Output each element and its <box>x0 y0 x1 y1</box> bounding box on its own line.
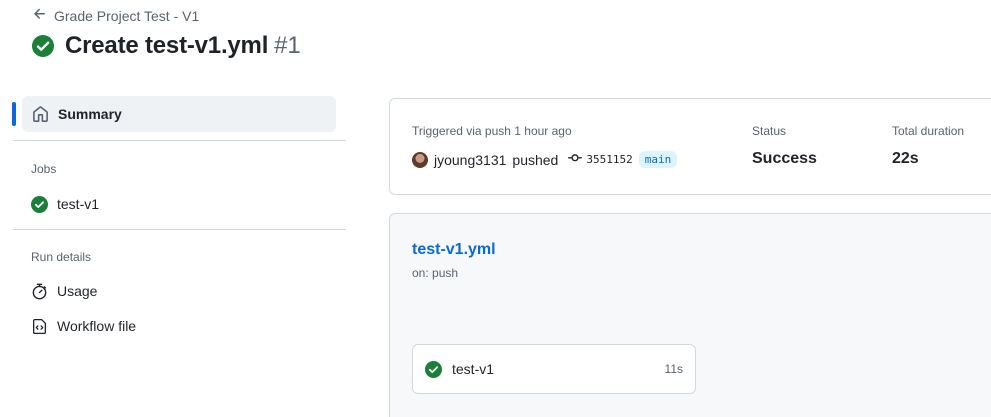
sidebar-item-summary-label: Summary <box>58 106 122 122</box>
run-title-text: Create test-v1.yml <box>65 32 269 59</box>
sidebar: Summary Jobs test-v1 Run details Usage W… <box>0 96 346 338</box>
commit-sha: 3551152 <box>586 153 633 166</box>
check-circle-icon <box>31 34 55 58</box>
duration-value: 22s <box>892 150 919 167</box>
job-node-name: test-v1 <box>452 361 495 377</box>
back-link-label: Grade Project Test - V1 <box>54 7 200 24</box>
git-commit-icon <box>568 151 583 168</box>
jobs-section-title: Jobs <box>31 162 57 176</box>
run-summary-card: Triggered via push 1 hour ago jyoung3131… <box>389 98 991 195</box>
sidebar-item-workflow-file[interactable]: Workflow file <box>31 314 346 338</box>
page-title: Create test-v1.yml #1 <box>31 32 301 60</box>
workflow-trigger: on: push <box>412 266 459 280</box>
sidebar-item-summary[interactable]: Summary <box>12 96 336 132</box>
divider <box>13 229 346 230</box>
divider <box>13 140 346 141</box>
workflow-file-label: Workflow file <box>57 318 137 334</box>
stopwatch-icon <box>31 283 48 300</box>
duration-label: Total duration <box>892 124 965 138</box>
branch-badge[interactable]: main <box>638 151 678 168</box>
arrow-left-icon <box>32 6 48 25</box>
back-to-workflow-link[interactable]: Grade Project Test - V1 <box>32 6 199 25</box>
workflow-file-link[interactable]: test-v1.yml <box>412 241 496 259</box>
actor-link[interactable]: jyoung3131 <box>434 152 506 168</box>
trigger-label: Triggered via push 1 hour ago <box>412 124 572 138</box>
run-number: #1 <box>274 32 301 59</box>
run-title: Create test-v1.yml #1 <box>65 32 301 60</box>
job-node-duration: 11s <box>664 362 683 376</box>
workflow-graph: test-v1.yml on: push test-v1 11s <box>389 213 991 417</box>
trigger-details: jyoung3131 pushed 3551152 main <box>412 151 678 168</box>
sidebar-item-usage[interactable]: Usage <box>31 279 346 303</box>
sidebar-item-job-test-v1[interactable]: test-v1 <box>31 192 346 216</box>
action-text: pushed <box>512 151 559 168</box>
status-label: Status <box>752 124 787 138</box>
file-code-icon <box>31 318 48 335</box>
job-label: test-v1 <box>57 196 100 212</box>
run-details-section-title: Run details <box>31 250 92 264</box>
status-value: Success <box>752 150 817 167</box>
check-circle-icon <box>425 360 442 378</box>
usage-label: Usage <box>57 283 98 299</box>
job-node-test-v1[interactable]: test-v1 11s <box>412 344 696 394</box>
workflow-run-page: Grade Project Test - V1 Create test-v1.y… <box>0 0 991 417</box>
avatar[interactable] <box>412 151 428 168</box>
home-icon <box>32 105 49 123</box>
commit-link[interactable]: 3551152 <box>568 151 633 168</box>
check-circle-icon <box>31 195 48 213</box>
